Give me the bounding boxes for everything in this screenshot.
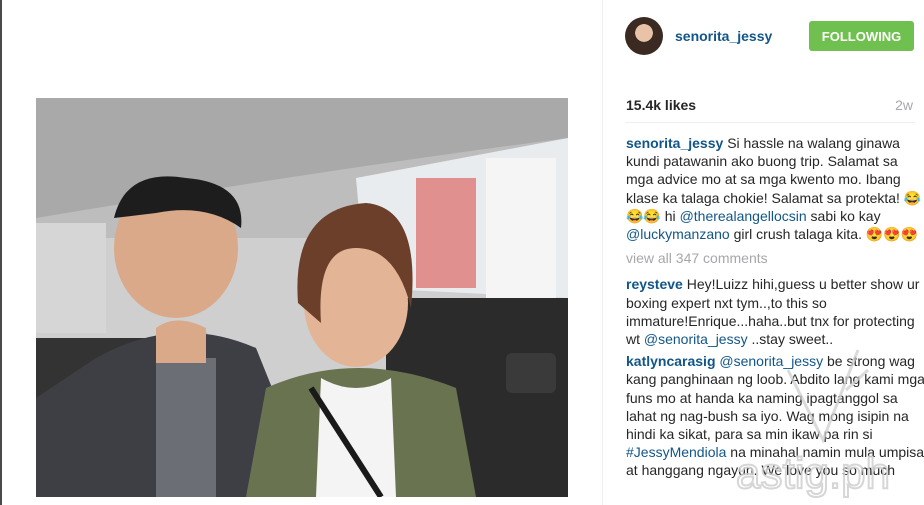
post-time[interactable]: 2w <box>895 97 913 113</box>
post-sidebar: senorita_jessy FOLLOWING 15.4k likes 2w … <box>602 0 924 505</box>
divider <box>625 122 915 123</box>
following-button[interactable]: FOLLOWING <box>809 21 914 51</box>
caption-user[interactable]: senorita_jessy <box>626 135 723 151</box>
left-border <box>0 0 2 505</box>
post-photo[interactable] <box>36 98 568 497</box>
caption-text: hi <box>660 207 680 224</box>
comment-user[interactable]: katlyncarasig <box>626 353 716 369</box>
caption-emoji: 😍😍😍 <box>865 226 919 243</box>
mention-link[interactable]: @luckymanzano <box>626 226 730 242</box>
comment-item: reysteve Hey!Luizz hihi,guess u better s… <box>626 275 924 348</box>
mention-link[interactable]: @senorita_jessy <box>644 331 748 347</box>
mention-link[interactable]: @therealangellocsin <box>680 208 807 224</box>
comment-text: ..stay sweet.. <box>747 331 834 348</box>
caption-text: girl crush talaga kita. <box>729 226 866 243</box>
comments-section: senorita_jessy Si hassle na walang ginaw… <box>626 134 924 484</box>
view-all-comments-link[interactable]: view all 347 comments <box>626 249 924 267</box>
mention-link[interactable]: #JessyMendiola <box>626 444 726 460</box>
caption-text: sabi ko kay <box>806 207 881 224</box>
caption: senorita_jessy Si hassle na walang ginaw… <box>626 134 924 243</box>
mention-link[interactable]: @senorita_jessy <box>719 353 823 369</box>
post-username[interactable]: senorita_jessy <box>675 28 772 44</box>
car-selfie-image <box>36 98 568 497</box>
comment-item: katlyncarasig @senorita_jessy be strong … <box>626 352 924 479</box>
profile-avatar[interactable] <box>625 17 663 55</box>
comment-user[interactable]: reysteve <box>626 276 683 292</box>
likes-count[interactable]: 15.4k likes <box>626 97 696 113</box>
